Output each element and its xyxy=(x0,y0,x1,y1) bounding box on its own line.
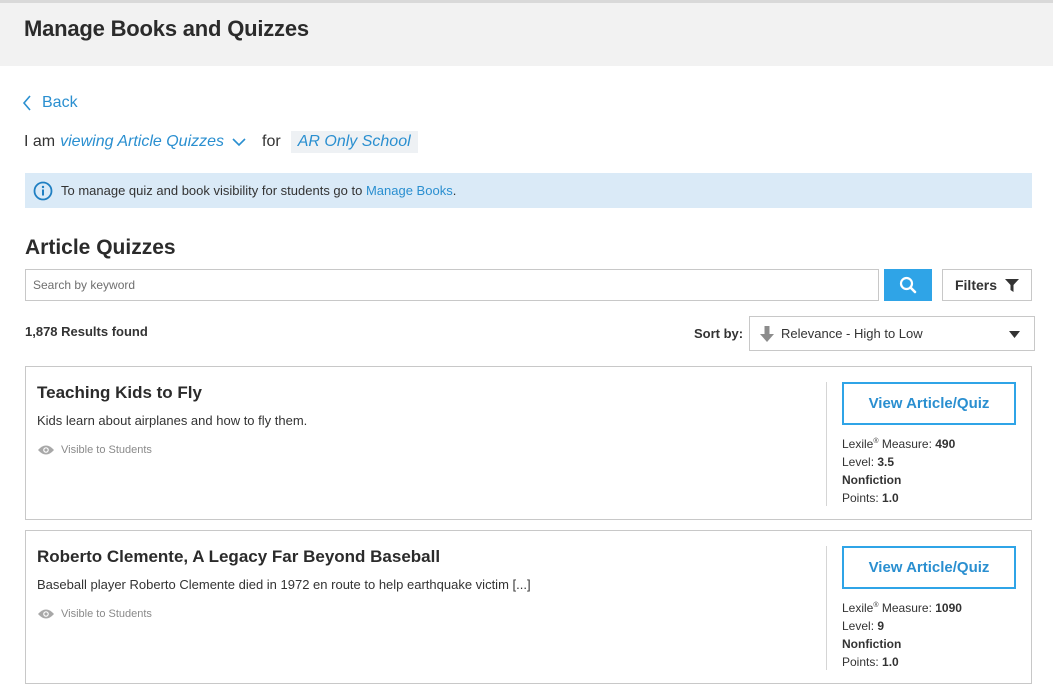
eye-icon xyxy=(38,609,54,619)
article-title: Roberto Clemente, A Legacy Far Beyond Ba… xyxy=(37,547,441,566)
visibility-status: Visible to Students xyxy=(37,444,152,456)
page-title: Manage Books and Quizzes xyxy=(24,16,309,41)
search-icon xyxy=(899,276,917,294)
visibility-label: Visible to Students xyxy=(61,444,152,456)
page-header: Manage Books and Quizzes xyxy=(0,0,1053,66)
search-button[interactable] xyxy=(884,269,932,301)
back-link[interactable]: Back xyxy=(22,94,78,112)
filter-icon xyxy=(1005,278,1019,292)
context-selector: I am viewing Article Quizzes for AR Only… xyxy=(24,130,418,154)
article-card: Roberto Clemente, A Legacy Far Beyond Ba… xyxy=(25,530,1032,684)
article-meta: Lexile® Measure: 490 Level: 3.5 Nonficti… xyxy=(842,433,955,507)
genre: Nonfiction xyxy=(842,473,902,487)
card-divider xyxy=(826,382,827,506)
visibility-status: Visible to Students xyxy=(37,608,152,620)
arrow-down-icon xyxy=(760,325,774,342)
article-card: Teaching Kids to Fly Kids learn about ai… xyxy=(25,366,1032,520)
level: Level: 3.5 xyxy=(842,455,895,469)
info-icon xyxy=(33,181,53,200)
genre: Nonfiction xyxy=(842,637,902,651)
filters-button[interactable]: Filters xyxy=(942,269,1032,301)
view-article-quiz-button[interactable]: View Article/Quiz xyxy=(842,382,1016,425)
sort-value: Relevance - High to Low xyxy=(781,326,923,341)
level: Level: 9 xyxy=(842,619,885,633)
article-description: Kids learn about airplanes and how to fl… xyxy=(37,413,308,428)
points: Points: 1.0 xyxy=(842,655,899,669)
article-meta: Lexile® Measure: 1090 Level: 9 Nonfictio… xyxy=(842,597,962,671)
context-for: for xyxy=(262,133,281,150)
back-label: Back xyxy=(42,94,78,111)
search-input[interactable] xyxy=(25,269,879,301)
lexile-measure: Lexile® Measure: 1090 xyxy=(842,601,962,615)
article-title: Teaching Kids to Fly xyxy=(37,383,202,402)
caret-down-icon xyxy=(1009,331,1020,338)
school-selector[interactable]: AR Only School xyxy=(290,131,418,153)
chevron-left-icon xyxy=(22,95,31,111)
banner-suffix: . xyxy=(452,183,457,198)
view-article-quiz-button[interactable]: View Article/Quiz xyxy=(842,546,1016,589)
sort-label: Sort by: xyxy=(694,326,744,341)
info-banner: To manage quiz and book visibility for s… xyxy=(25,173,1032,208)
context-prefix: I am xyxy=(24,133,56,150)
visibility-label: Visible to Students xyxy=(61,608,152,620)
article-description: Baseball player Roberto Clemente died in… xyxy=(37,577,531,592)
sort-select[interactable]: Relevance - High to Low xyxy=(749,316,1035,351)
mode-label: viewing Article Quizzes xyxy=(60,133,225,150)
mode-dropdown[interactable]: viewing Article Quizzes xyxy=(60,133,246,151)
filters-label: Filters xyxy=(954,277,997,293)
results-count: 1,878 Results found xyxy=(25,324,148,339)
manage-books-link[interactable]: Manage Books xyxy=(366,183,453,198)
points: Points: 1.0 xyxy=(842,491,899,505)
banner-text: To manage quiz and book visibility for s… xyxy=(61,183,363,198)
lexile-measure: Lexile® Measure: 490 xyxy=(842,437,956,451)
chevron-down-icon xyxy=(232,137,246,146)
section-title: Article Quizzes xyxy=(25,236,176,259)
card-divider xyxy=(826,546,827,670)
eye-icon xyxy=(38,445,54,455)
